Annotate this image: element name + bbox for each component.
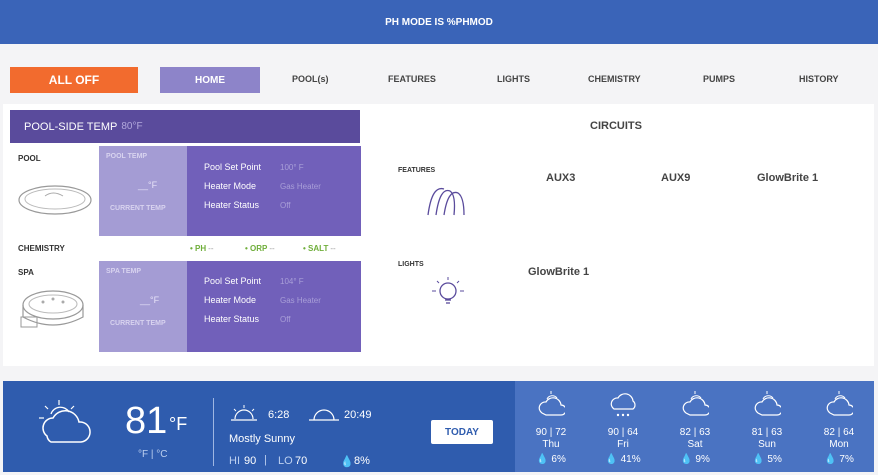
forecast-day-name: Sun	[758, 439, 776, 450]
forecast-precip: 💧 9%	[680, 454, 710, 465]
spa-heater-mode-label: Heater Mode	[204, 295, 257, 305]
spa-temp-label: SPA TEMP	[106, 268, 142, 275]
tab-chemistry[interactable]: CHEMISTRY	[588, 74, 641, 84]
circuits-title: CIRCUITS	[590, 120, 642, 132]
status-header: PH MODE IS %PHMOD	[0, 0, 878, 44]
precip-value: 8%	[354, 455, 370, 467]
forecast-panel: 90 | 72 Thu 💧 6% 90 | 64 Fri 💧 41% 82 | …	[515, 381, 874, 472]
ph-mode-text: PH MODE IS %PHMOD	[385, 16, 493, 28]
forecast-day-name: Mon	[829, 439, 849, 450]
forecast-temps: 90 | 72	[535, 427, 567, 438]
orp-reading: • ORP --	[245, 244, 275, 253]
all-off-button[interactable]: ALL OFF	[10, 67, 138, 93]
pool-set-point-value: 100° F	[280, 163, 304, 172]
circuits-lights-label: LIGHTS	[398, 261, 424, 268]
feature-circuit-aux9[interactable]: AUX9	[661, 172, 690, 184]
poolside-temp-bar: POOL-SIDE TEMP 80°F	[10, 110, 360, 143]
pool-info-tile[interactable]	[187, 146, 361, 236]
pool-heater-status-value: Off	[280, 201, 291, 210]
spa-label: SPA	[18, 268, 34, 277]
hi-temp: 90	[244, 455, 257, 467]
forecast-day-name: Thu	[542, 439, 560, 450]
poolside-temp-label: POOL-SIDE TEMP	[24, 120, 118, 133]
fountain-icon	[427, 187, 465, 216]
forecast-precip: 💧 41%	[605, 454, 641, 465]
spa-icon	[20, 290, 84, 328]
forecast-temps: 81 | 63	[751, 427, 783, 438]
weather-condition: Mostly Sunny	[229, 433, 296, 445]
pool-set-point-label: Pool Set Point	[204, 162, 262, 172]
pool-heater-mode-label: Heater Mode	[204, 181, 257, 191]
forecast-day-name: Sat	[687, 439, 703, 450]
ph-reading: • PH --	[190, 244, 214, 253]
forecast-day[interactable]: 90 | 72 Thu 💧 6%	[515, 381, 587, 472]
rain-icon	[610, 393, 636, 417]
lo-label: LO	[278, 455, 293, 467]
current-temp-unit: °F	[169, 414, 188, 434]
spa-set-point-value: 104° F	[280, 277, 304, 286]
pool-heater-mode-value: Gas Heater	[280, 182, 321, 191]
partly-cloudy-icon	[826, 391, 853, 416]
hi-lo-separator: |	[264, 454, 267, 466]
sunrise-icon	[231, 405, 257, 421]
pool-temp-label: POOL TEMP	[106, 153, 148, 160]
forecast-day-name: Fri	[617, 439, 629, 450]
feature-circuit-glowbrite[interactable]: GlowBrite 1	[757, 172, 818, 184]
forecast-precip: 💧 7%	[824, 454, 854, 465]
nav-bar: ALL OFF HOME POOL(s) FEATURES LIGHTS CHE…	[0, 62, 878, 94]
spa-heater-status-value: Off	[280, 315, 291, 324]
spa-heater-mode-value: Gas Heater	[280, 296, 321, 305]
feature-circuit-aux3[interactable]: AUX3	[546, 172, 575, 184]
spa-info-tile[interactable]	[187, 261, 361, 352]
forecast-precip: 💧 6%	[536, 454, 566, 465]
forecast-temps: 82 | 64	[823, 427, 855, 438]
sunrise-time: 6:28	[268, 409, 290, 421]
current-temp: 81	[125, 400, 168, 442]
pool-current-temp-label: CURRENT TEMP	[110, 205, 166, 212]
tab-history[interactable]: HISTORY	[799, 74, 839, 84]
pool-temp-value: __°F	[138, 180, 158, 190]
tab-pumps[interactable]: PUMPS	[703, 74, 735, 84]
partly-cloudy-icon	[754, 391, 781, 416]
light-circuit-glowbrite[interactable]: GlowBrite 1	[528, 266, 589, 278]
forecast-day[interactable]: 81 | 63 Sun 💧 5%	[731, 381, 803, 472]
hi-label: HI	[229, 455, 240, 467]
tab-features[interactable]: FEATURES	[388, 74, 436, 84]
spa-temp-value: __°F	[140, 295, 160, 305]
forecast-day[interactable]: 90 | 64 Fri 💧 41%	[587, 381, 659, 472]
tab-pools[interactable]: POOL(s)	[292, 74, 329, 84]
pool-icon	[18, 185, 92, 215]
pool-label: POOL	[18, 154, 41, 163]
chemistry-row[interactable]: CHEMISTRY • PH -- • ORP -- • SALT --	[10, 240, 360, 258]
pool-heater-status-label: Heater Status	[204, 200, 260, 210]
tab-lights[interactable]: LIGHTS	[497, 74, 530, 84]
partly-cloudy-icon	[682, 391, 709, 416]
forecast-temps: 82 | 63	[679, 427, 711, 438]
salt-reading: • SALT --	[303, 244, 336, 253]
tab-home[interactable]: HOME	[160, 67, 260, 93]
spa-heater-status-label: Heater Status	[204, 314, 260, 324]
poolside-temp-value: 80°F	[121, 121, 143, 132]
precip-drop-icon: 💧	[340, 456, 354, 468]
light-bulb-icon	[432, 277, 464, 304]
forecast-precip: 💧 5%	[752, 454, 782, 465]
partly-cloudy-icon	[39, 400, 91, 443]
chemistry-label: CHEMISTRY	[18, 244, 65, 253]
weather-divider	[213, 398, 214, 466]
forecast-day[interactable]: 82 | 64 Mon 💧 7%	[803, 381, 875, 472]
sunset-time: 20:49	[344, 409, 372, 421]
forecast-temps: 90 | 64	[607, 427, 639, 438]
unit-toggle[interactable]: °F | °C	[138, 449, 167, 460]
partly-cloudy-icon	[538, 391, 565, 416]
forecast-day[interactable]: 82 | 63 Sat 💧 9%	[659, 381, 731, 472]
lo-temp: 70	[295, 455, 308, 467]
spa-set-point-label: Pool Set Point	[204, 276, 262, 286]
circuits-features-label: FEATURES	[398, 167, 436, 174]
sunset-icon	[309, 409, 339, 421]
spa-current-temp-label: CURRENT TEMP	[110, 320, 166, 327]
today-button[interactable]: TODAY	[431, 420, 493, 444]
